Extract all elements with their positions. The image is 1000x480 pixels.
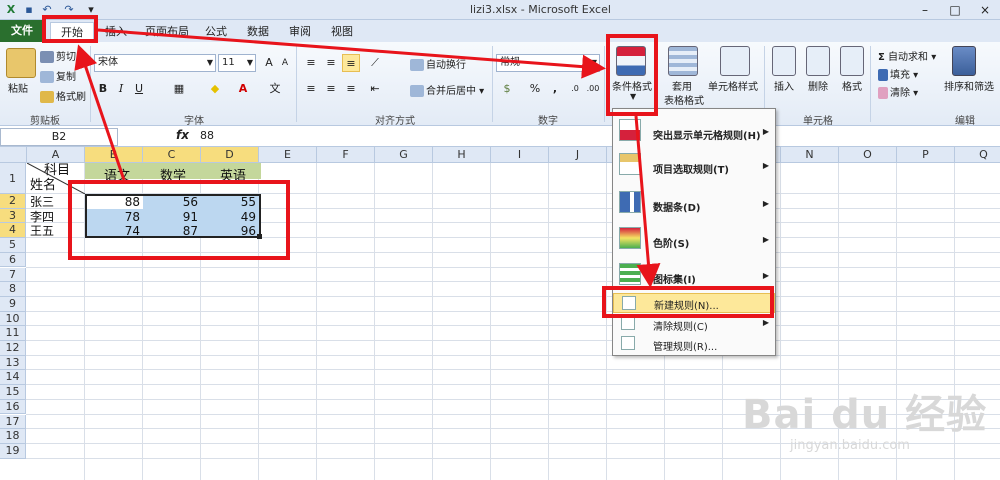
baidu-watermark-url: jingyan.baidu.com <box>790 438 910 453</box>
arrow-cf-to-new-rule <box>634 115 661 288</box>
baidu-watermark-logo: Bai du 经验 <box>742 392 988 438</box>
arrow-range-to-tab <box>74 44 126 181</box>
arrow-tab-to-cf <box>97 28 606 79</box>
